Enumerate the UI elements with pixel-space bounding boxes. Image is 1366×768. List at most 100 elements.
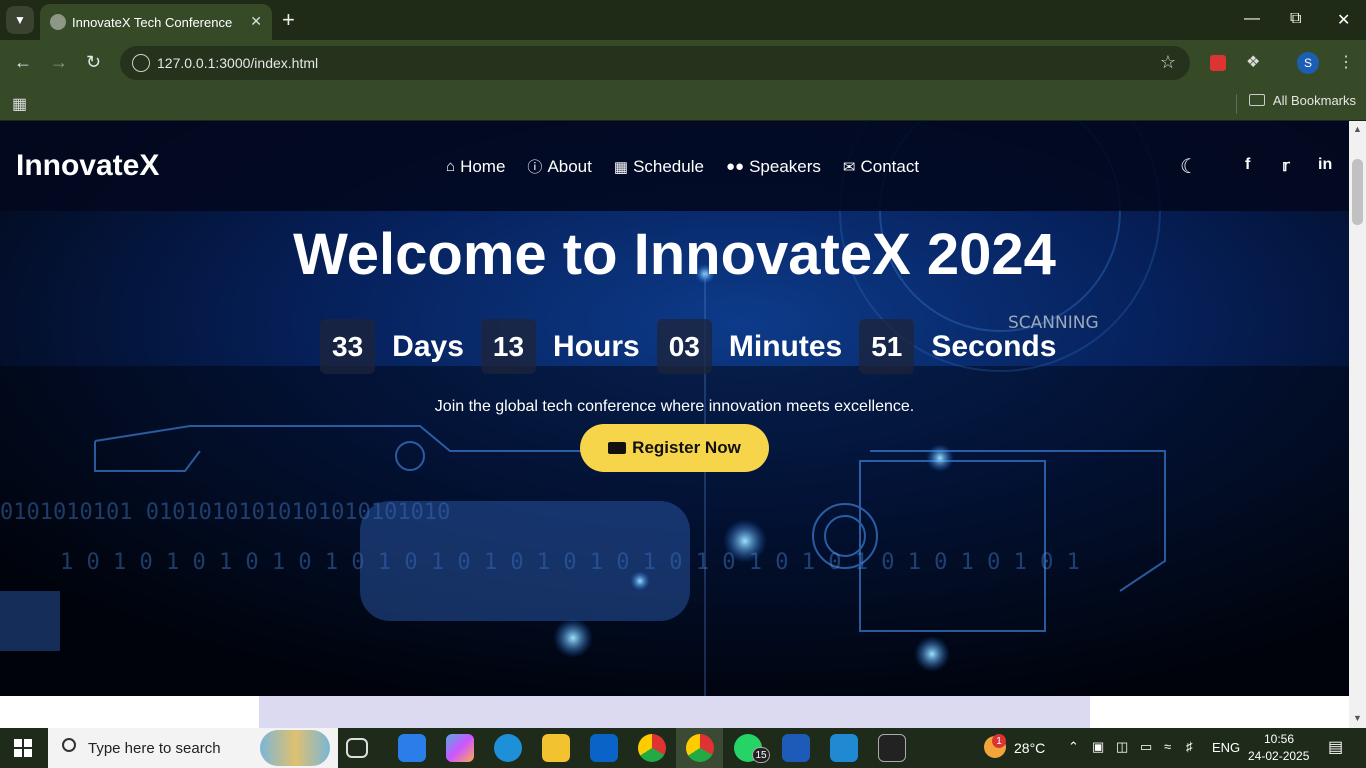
page-viewport: 0101010101 01010101010101010101010 1 0 1… xyxy=(0,121,1349,696)
countdown-hours-value: 13 xyxy=(480,319,537,374)
tab-search-button[interactable]: ▼ xyxy=(6,6,34,34)
info-icon: ⓘ xyxy=(527,159,543,176)
close-window-button[interactable]: ✕ xyxy=(1337,10,1350,30)
language-indicator[interactable]: ENG xyxy=(1212,740,1240,755)
nav-speakers-label: Speakers xyxy=(749,156,821,176)
chrome-profile-icon[interactable] xyxy=(686,734,714,762)
facebook-icon[interactable]: f xyxy=(1245,156,1250,174)
countdown-days-label: Days xyxy=(392,329,464,363)
twitter-icon[interactable]: 𝕣 xyxy=(1282,156,1290,176)
register-now-button[interactable]: Register Now xyxy=(580,424,769,472)
restore-button[interactable]: ⧉ xyxy=(1290,10,1301,28)
dark-mode-toggle-moon-icon[interactable]: ☾ xyxy=(1180,154,1198,179)
tab-favicon-icon xyxy=(50,14,66,30)
nav-about-label: About xyxy=(547,156,592,176)
folder-icon xyxy=(1248,94,1265,106)
extensions-icon[interactable]: ❖ xyxy=(1246,52,1260,72)
scrollbar-thumb[interactable] xyxy=(1352,159,1363,225)
register-now-label: Register Now xyxy=(632,438,741,457)
clock-time[interactable]: 10:56 xyxy=(1264,732,1294,746)
site-info-icon[interactable] xyxy=(132,54,150,72)
countdown-days-value: 33 xyxy=(320,319,376,374)
taskbar-search-box[interactable]: Type here to search xyxy=(48,728,338,768)
section-card-preview xyxy=(259,696,1090,728)
hero-tagline: Join the global tech conference where in… xyxy=(434,398,915,415)
meet-now-icon[interactable]: ▣ xyxy=(1092,739,1104,755)
nav-about[interactable]: ⓘ About xyxy=(527,156,591,177)
chevron-up-icon[interactable]: ⌃ xyxy=(1068,739,1079,755)
site-navbar: InnovateX ⌂ Home ⓘ About ▦ Schedule ●● Speak… xyxy=(0,121,1349,211)
envelope-icon: ✉ xyxy=(842,158,856,176)
edge-icon[interactable] xyxy=(494,734,522,762)
whatsapp-badge: 15 xyxy=(752,747,770,763)
nav-speakers[interactable]: ●● Speakers xyxy=(726,156,821,177)
bookmarks-bar: ▦ All Bookmarks xyxy=(0,86,1366,121)
nav-schedule[interactable]: ▦ Schedule xyxy=(614,156,704,177)
notifications-icon[interactable]: ▤ xyxy=(1328,737,1343,757)
apps-grid-icon[interactable]: ▦ xyxy=(12,94,27,114)
clock-date[interactable]: 24-02-2025 xyxy=(1248,749,1309,763)
all-bookmarks-button[interactable]: All Bookmarks xyxy=(1248,93,1356,108)
tab-title: InnovateX Tech Conference xyxy=(72,14,233,30)
tab-close-icon[interactable]: ✕ xyxy=(250,13,262,30)
url-text[interactable]: 127.0.0.1:3000/index.html xyxy=(157,55,318,71)
windows-taskbar: Type here to search 15 1 28°C ⌃ ▣ ◫ ▭ ≈ … xyxy=(0,728,1366,768)
profile-avatar[interactable]: S xyxy=(1297,52,1319,74)
address-bar[interactable]: 127.0.0.1:3000/index.html ☆ xyxy=(120,46,1190,80)
terminal-icon[interactable] xyxy=(878,734,906,762)
pdf-extension-icon[interactable] xyxy=(1210,55,1226,71)
search-highlight-image xyxy=(260,730,330,766)
linkedin-icon[interactable]: in xyxy=(1318,156,1332,174)
new-tab-button[interactable]: + xyxy=(282,8,295,32)
users-icon: ●● xyxy=(725,158,745,175)
bookmarks-divider xyxy=(1236,94,1237,114)
site-logo[interactable]: InnovateX xyxy=(16,149,159,183)
home-icon: ⌂ xyxy=(446,158,456,175)
countdown-minutes-label: Minutes xyxy=(728,329,843,363)
browser-toolbar: ← → ↻ 127.0.0.1:3000/index.html ☆ ❖ S ⋮ xyxy=(0,40,1366,86)
nav-home[interactable]: ⌂ Home xyxy=(446,156,505,177)
nav-contact-label: Contact xyxy=(860,156,920,176)
file-explorer-icon[interactable] xyxy=(542,734,570,762)
camera-icon[interactable]: ◫ xyxy=(1116,739,1128,755)
countdown-seconds-value: 51 xyxy=(859,319,915,374)
countdown-hours-label: Hours xyxy=(553,329,640,363)
copilot-icon[interactable] xyxy=(446,734,474,762)
browser-tab-strip: ▼ InnovateX Tech Conference ✕ + — ⧉ ✕ xyxy=(0,0,1366,40)
search-icon xyxy=(62,738,76,752)
calendar-icon: ▦ xyxy=(613,158,629,176)
hero-title: Welcome to InnovateX 2024 xyxy=(293,222,1056,287)
menu-kebab-icon[interactable]: ⋮ xyxy=(1338,52,1354,72)
reload-button[interactable]: ↻ xyxy=(86,52,101,73)
minimize-button[interactable]: — xyxy=(1244,10,1260,28)
chrome-icon[interactable] xyxy=(638,734,666,762)
page-scrollbar[interactable]: ▲ ▼ xyxy=(1349,121,1366,728)
countdown-seconds-label: Seconds xyxy=(931,329,1057,363)
nav-contact[interactable]: ✉ Contact xyxy=(843,156,919,177)
weather-badge: 1 xyxy=(992,734,1006,748)
back-button[interactable]: ← xyxy=(14,52,32,73)
microsoft-store-icon[interactable] xyxy=(398,734,426,762)
temperature-text[interactable]: 28°C xyxy=(1014,740,1045,756)
windows-start-icon[interactable] xyxy=(14,739,32,757)
wifi-icon[interactable]: ≈ xyxy=(1164,739,1171,754)
volume-muted-icon[interactable]: ♯ xyxy=(1186,739,1193,754)
next-section-preview xyxy=(0,696,1349,728)
battery-icon[interactable]: ▭ xyxy=(1140,739,1152,755)
bookmark-star-icon[interactable]: ☆ xyxy=(1160,52,1176,73)
countdown-timer: 33 Days 13 Hours 03 Minutes 51 Seconds xyxy=(320,319,1073,374)
browser-tab[interactable]: InnovateX Tech Conference ✕ xyxy=(40,4,272,40)
nav-links: ⌂ Home ⓘ About ▦ Schedule ●● Speakers ✉ Conta… xyxy=(446,156,941,177)
forward-button[interactable]: → xyxy=(50,52,68,73)
scroll-down-icon[interactable]: ▼ xyxy=(1353,713,1362,723)
ticket-icon xyxy=(608,442,627,454)
all-bookmarks-label: All Bookmarks xyxy=(1272,93,1356,108)
nav-home-label: Home xyxy=(460,156,506,176)
countdown-minutes-value: 03 xyxy=(656,319,712,374)
task-view-icon[interactable] xyxy=(346,738,368,758)
vscode-icon[interactable] xyxy=(830,734,858,762)
outlook-icon[interactable] xyxy=(590,734,618,762)
word-icon[interactable] xyxy=(782,734,810,762)
scroll-up-icon[interactable]: ▲ xyxy=(1353,124,1362,134)
nav-schedule-label: Schedule xyxy=(633,156,704,176)
